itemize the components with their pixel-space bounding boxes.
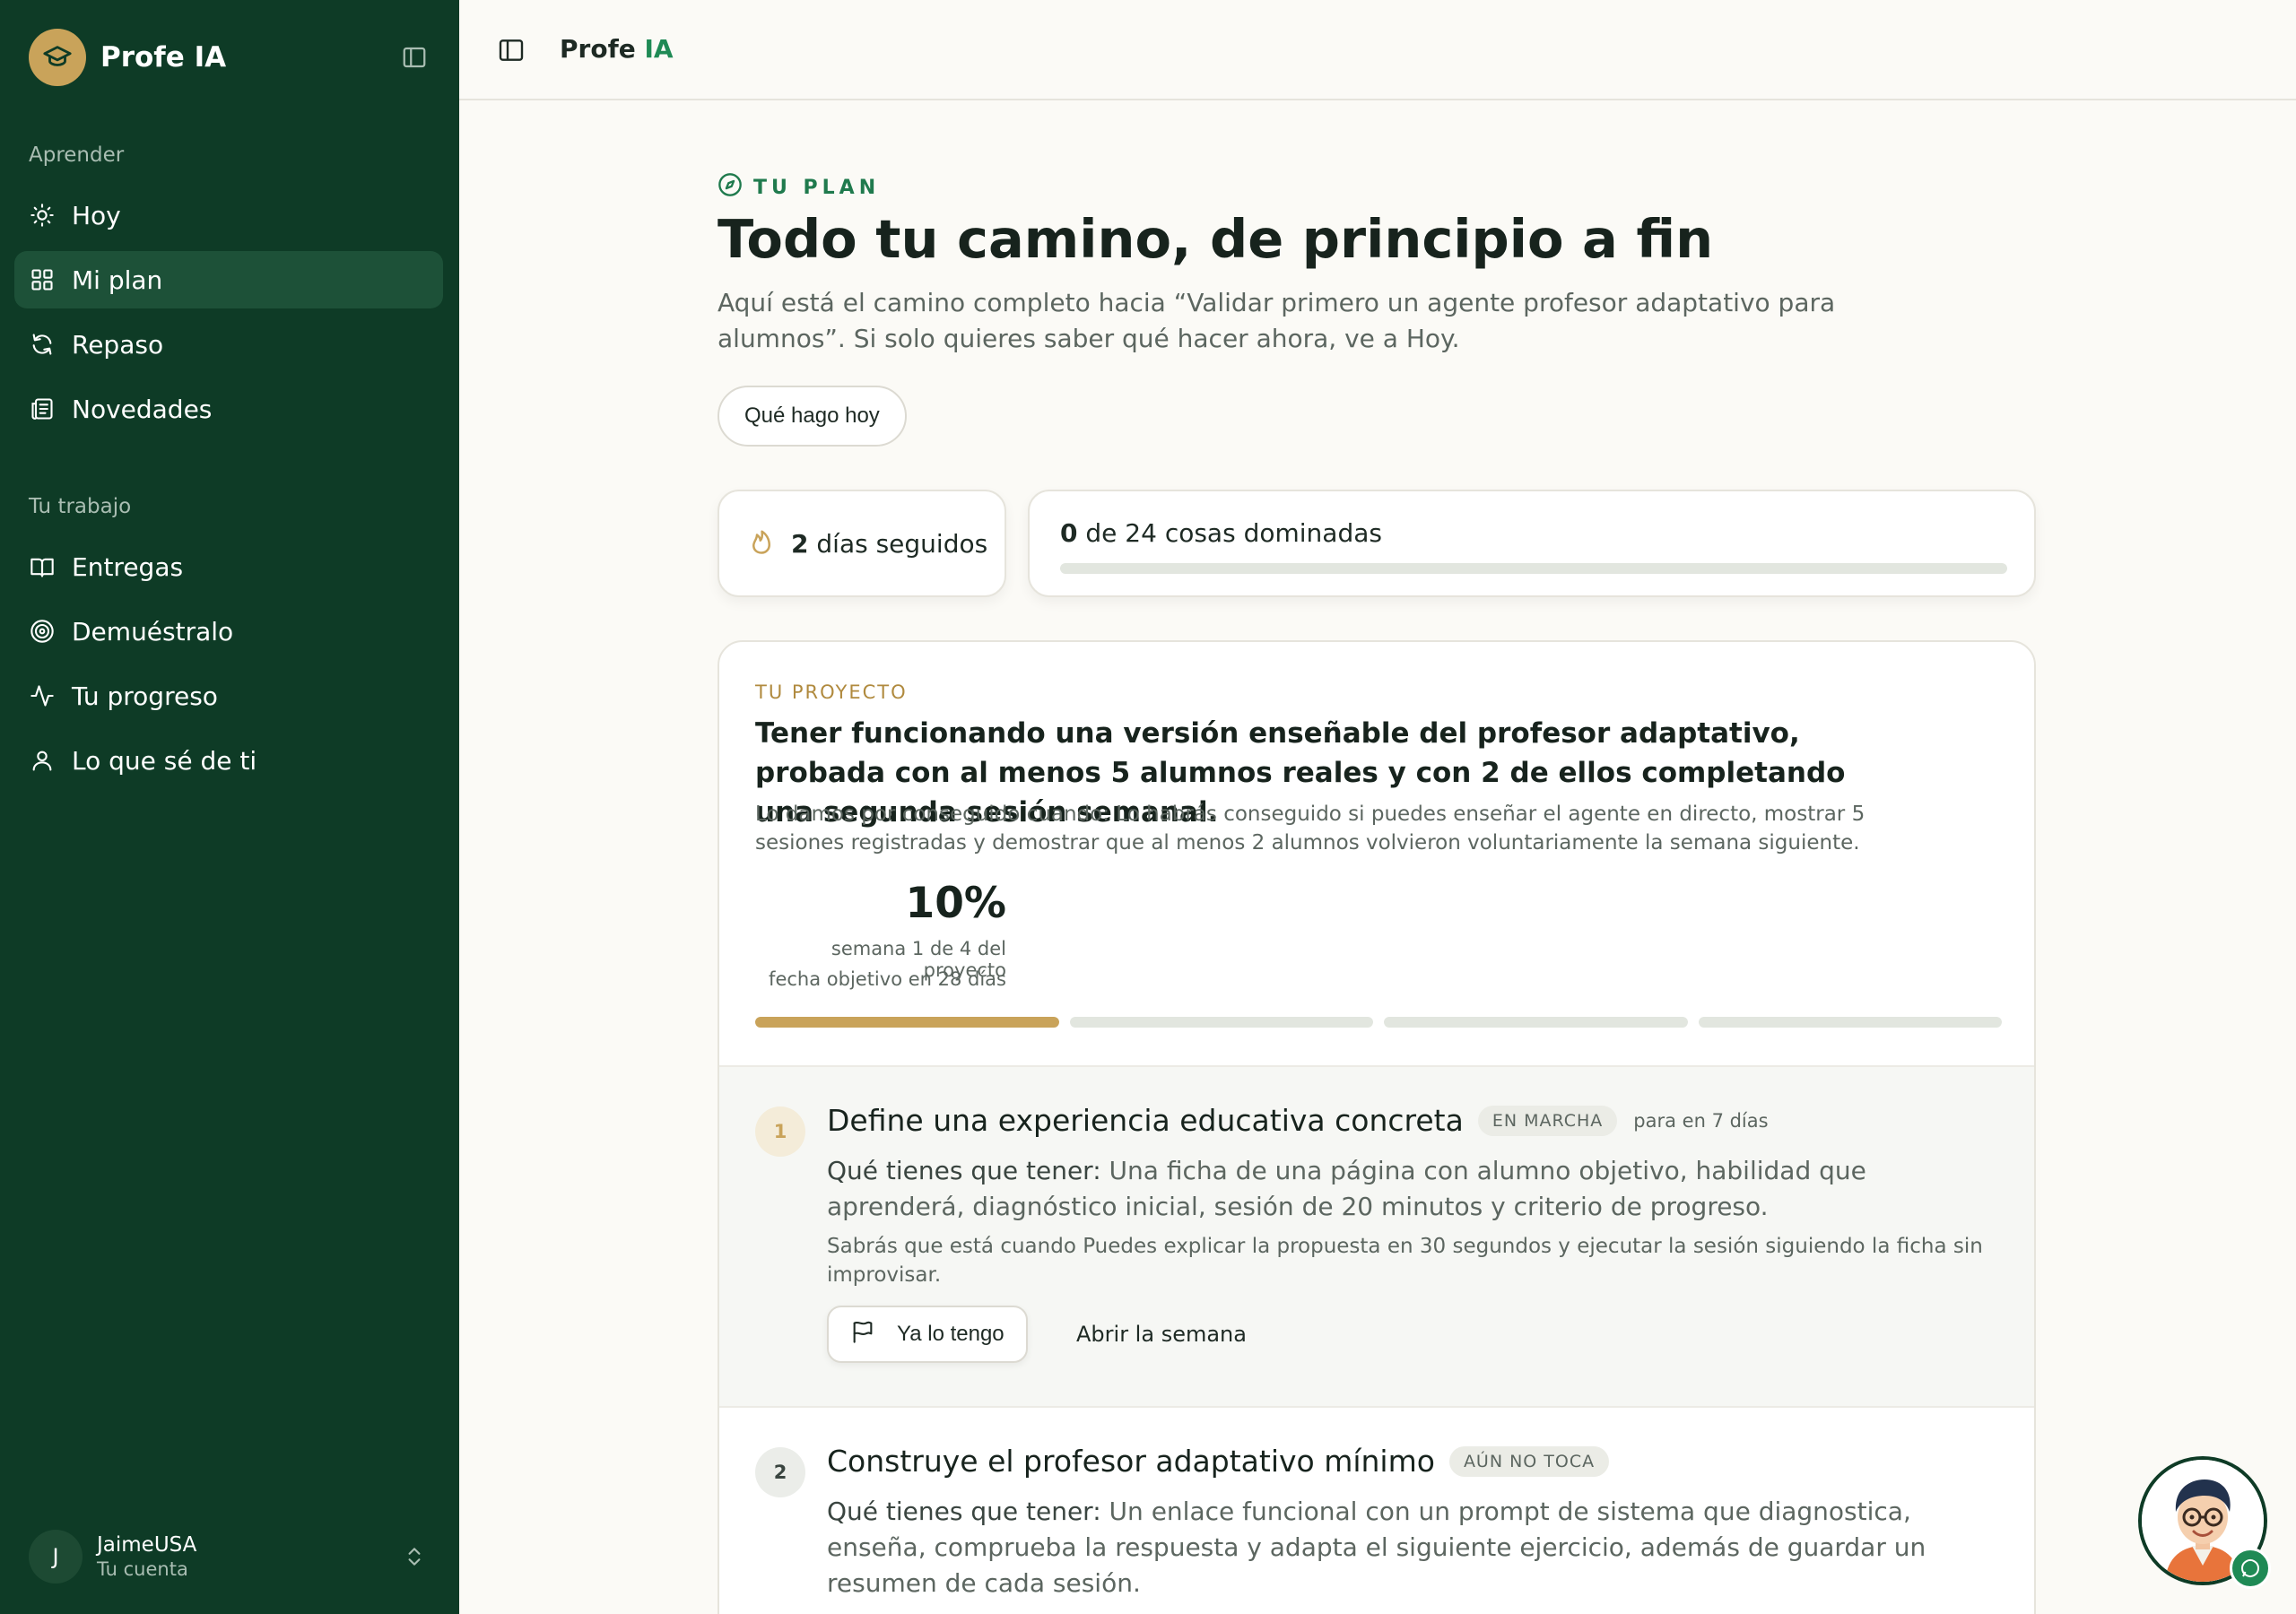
nav-section-learn: Aprender	[29, 143, 125, 167]
mastery-value: 0	[1060, 518, 1078, 548]
project-deadline: fecha objetivo en 28 días	[769, 968, 1006, 990]
sidebar-item-label: Hoy	[72, 200, 121, 230]
sidebar-item-demuestralo[interactable]: Demuéstralo	[14, 603, 443, 660]
streak-value: 2	[791, 528, 809, 559]
milestone-need-lead: Qué tienes que tener:	[827, 1497, 1101, 1526]
account-menu[interactable]: J JaimeUSA Tu cuenta	[29, 1528, 430, 1585]
milestone-number: 2	[755, 1447, 805, 1497]
project-label: TU PROYECTO	[755, 681, 908, 703]
brand[interactable]: Profe IA	[29, 29, 226, 86]
project-criteria: Lo damos por conseguido cuando: Lo habrá…	[755, 803, 1866, 855]
week-bar	[1384, 1017, 1688, 1028]
graduation-cap-icon	[29, 29, 86, 86]
account-name: JaimeUSA	[97, 1533, 197, 1557]
sidebar-item-mi-plan[interactable]: Mi plan	[14, 251, 443, 308]
milestone-need: Qué tienes que tener: Una ficha de una p…	[827, 1153, 1993, 1225]
sidebar-item-label: Novedades	[72, 394, 213, 424]
sidebar-item-label: Entregas	[72, 551, 184, 582]
status-badge: AÚN NO TOCA	[1448, 1445, 1610, 1477]
brand-name: Profe IA	[100, 41, 227, 74]
sidebar-item-repaso[interactable]: Repaso	[14, 316, 443, 373]
streak-label: días seguidos	[816, 528, 988, 559]
streak-text: 2 días seguidos	[791, 529, 987, 559]
mastery-progress-bar	[1060, 563, 2007, 574]
milestone-need: Qué tienes que tener: Un enlace funciona…	[827, 1494, 1993, 1601]
sidebar-item-novedades[interactable]: Novedades	[14, 380, 443, 438]
milestone-2: 2 Construye el profesor adaptativo mínim…	[719, 1406, 2034, 1614]
already-have-it-label: Ya lo tengo	[897, 1322, 1004, 1346]
sidebar-item-label: Repaso	[72, 329, 164, 360]
topbar-title-main: Profe	[560, 34, 636, 64]
sidebar-item-label: Lo que sé de ti	[72, 745, 257, 776]
week-bar	[1069, 1017, 1373, 1028]
mastery-card: 0 de 24 cosas dominadas	[1028, 490, 2036, 597]
refresh-icon	[29, 331, 56, 358]
project-week-bars	[755, 1017, 2002, 1028]
sidebar-item-lo-que-se-de-ti[interactable]: Lo que sé de ti	[14, 732, 443, 789]
sidebar-item-tu-progreso[interactable]: Tu progreso	[14, 667, 443, 725]
newspaper-icon	[29, 395, 56, 422]
activity-icon	[29, 682, 56, 709]
sidebar-collapse-icon[interactable]	[398, 41, 430, 74]
streak-card: 2 días seguidos	[718, 490, 1006, 597]
compass-icon	[718, 172, 743, 203]
account-subtitle: Tu cuenta	[97, 1558, 188, 1580]
sidebar-item-hoy[interactable]: Hoy	[14, 187, 443, 244]
account-text: JaimeUSA Tu cuenta	[97, 1533, 196, 1580]
avatar: J	[29, 1530, 83, 1584]
sidebar-toggle-icon[interactable]	[495, 34, 527, 66]
milestone-know: Sabrás que está cuando Puedes explicar l…	[827, 1235, 1983, 1287]
already-have-it-button[interactable]: Ya lo tengo	[827, 1306, 1028, 1363]
sidebar-item-label: Demuéstralo	[72, 616, 234, 646]
sidebar: Profe IA Aprender Hoy Mi plan Repaso Nov…	[0, 0, 459, 1614]
sidebar-item-label: Mi plan	[72, 265, 163, 295]
milestone-title: Construye el profesor adaptativo mínimo	[827, 1444, 1435, 1479]
target-icon	[29, 618, 56, 645]
page-subtitle: Aquí está el camino completo hacia “Vali…	[718, 288, 1836, 353]
milestone-header: Define una experiencia educativa concret…	[827, 1103, 1769, 1138]
week-bar	[1698, 1017, 2002, 1028]
user-icon	[29, 747, 56, 774]
nav-section-work: Tu trabajo	[29, 495, 132, 518]
project-percent: 10%	[905, 879, 1007, 928]
page-title: Todo tu camino, de principio a fin	[718, 208, 1714, 270]
flag-icon	[850, 1319, 875, 1350]
book-open-icon	[29, 553, 56, 580]
chevrons-up-down-icon[interactable]	[398, 1540, 430, 1573]
sun-icon	[29, 202, 56, 229]
what-to-do-today-button[interactable]: Qué hago hoy	[718, 386, 907, 447]
topbar-title: Profe IA	[560, 34, 674, 64]
milestone-header: Construye el profesor adaptativo mínimo …	[827, 1444, 1610, 1479]
milestone-1: 1 Define una experiencia educativa concr…	[719, 1065, 2034, 1406]
sidebar-item-label: Tu progreso	[72, 681, 218, 711]
status-badge: EN MARCHA	[1477, 1105, 1618, 1136]
topbar-title-accent: IA	[644, 34, 674, 64]
grid-icon	[29, 266, 56, 293]
topbar: Profe IA	[459, 0, 2296, 100]
open-week-link[interactable]: Abrir la semana	[1076, 1322, 1247, 1347]
mastery-text: 0 de 24 cosas dominadas	[1060, 518, 1382, 548]
week-bar	[755, 1017, 1059, 1028]
milestone-number: 1	[755, 1106, 805, 1157]
project-card: TU PROYECTO Tener funcionando una versió…	[718, 640, 2036, 1614]
flame-icon	[748, 528, 775, 559]
milestone-title: Define una experiencia educativa concret…	[827, 1103, 1464, 1138]
milestone-need-lead: Qué tienes que tener:	[827, 1156, 1101, 1185]
sidebar-item-entregas[interactable]: Entregas	[14, 538, 443, 595]
chat-bubble-icon[interactable]	[2230, 1548, 2271, 1589]
mastery-label: de 24 cosas dominadas	[1085, 518, 1382, 548]
milestone-due: para en 7 días	[1633, 1109, 1769, 1132]
plan-eyebrow: TU PLAN	[718, 172, 880, 203]
plan-eyebrow-label: TU PLAN	[753, 176, 881, 199]
